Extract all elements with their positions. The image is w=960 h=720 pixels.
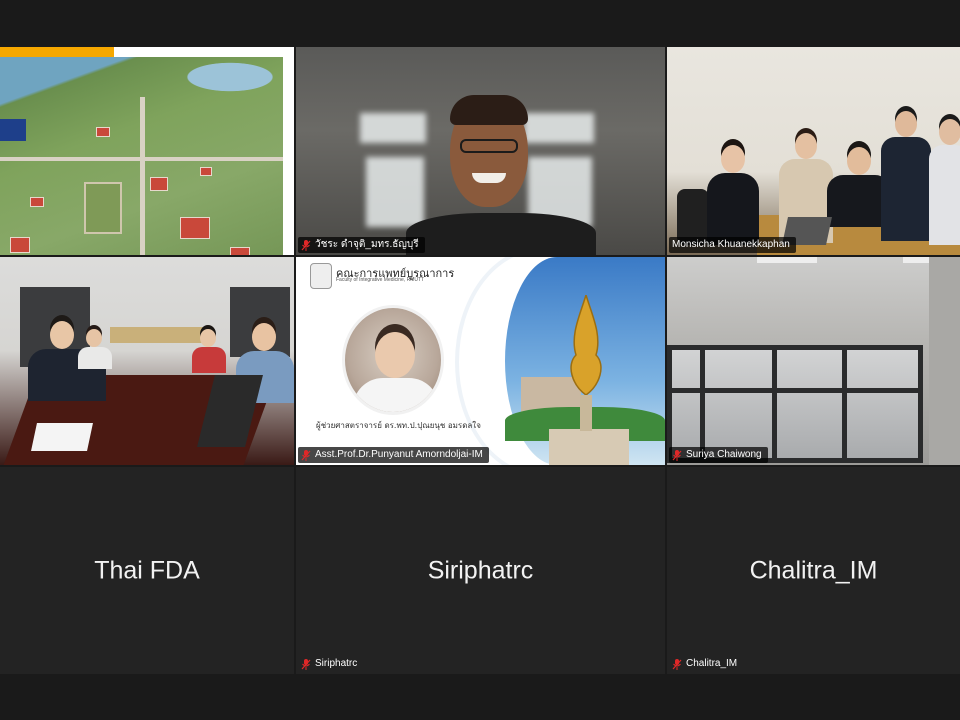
poster-subtitle: Faculty of Integrative Medicine, RMUTT [336,277,425,283]
participant-name-tag: Monsicha Khuanekkaphan [669,237,796,253]
poster-caption: ผู้ช่วยศาสตราจารย์ ดร.พท.ป.ปุณยนุช อมรดล… [316,421,481,430]
video-tile-p4[interactable]: คณะการแพทย์บูรณาการ Faculty of Integrati… [296,257,665,465]
mic-off-icon [301,658,311,670]
slide-accent-bar [0,47,114,57]
meeting-person [76,329,116,369]
participant-name-tag: Suriya Chaiwong [669,447,768,463]
video-tile-p2[interactable]: Monsicha Khuanekkaphan [667,47,960,255]
golden-spire-icon [570,295,602,431]
participant-name-tag: วัชระ ดำจุติ_มทร.ธัญบุรี [298,237,425,253]
participant-display-name: Siriphatrc [427,556,534,584]
participant-name-tag: Asst.Prof.Dr.Punyanut Amorndoljai-IM [298,447,489,463]
bottom-bar [0,674,960,720]
mic-off-icon [672,449,682,461]
participant-face [450,95,528,207]
participant-name: Chalitra_IM [686,658,738,669]
video-tile-p3[interactable] [0,257,294,465]
participant-name: Monsicha Khuanekkaphan [672,239,790,250]
participant-name: Siriphatrc [315,658,358,669]
office-window [667,345,923,463]
wall-edge [929,257,960,465]
paper-document [31,423,93,451]
participant-display-name: Chalitra_IM [749,556,878,584]
participant-name: Suriya Chaiwong [686,449,762,460]
video-tile-p6[interactable]: Thai FDA [0,467,294,674]
video-tile-campus[interactable] [0,47,294,255]
video-tile-p8[interactable]: Chalitra_IM Chalitra_IM [667,467,960,674]
participant-body [406,213,596,255]
mic-off-icon [672,658,682,670]
group-person [929,119,960,249]
meeting-person [190,329,230,373]
group-person [881,111,931,241]
participant-name: วัชระ ดำจุติ_มทร.ธัญบุรี [315,239,419,250]
group-person [707,145,759,245]
faculty-logo [310,263,332,289]
participant-name-tag: Siriphatrc [298,656,363,672]
group-person [827,147,891,227]
campus-aerial-image [0,57,283,255]
doctor-portrait [342,305,444,415]
mic-off-icon [301,449,311,461]
participant-display-name: Thai FDA [94,556,200,584]
video-tile-p7[interactable]: Siriphatrc Siriphatrc [296,467,665,674]
video-tile-p5[interactable]: Suriya Chaiwong [667,257,960,465]
mic-off-icon [301,239,311,251]
video-tile-p1[interactable]: วัชระ ดำจุติ_มทร.ธัญบุรี [296,47,665,255]
slide-logo [0,119,26,141]
participant-name-tag: Chalitra_IM [669,656,743,672]
participant-name: Asst.Prof.Dr.Punyanut Amorndoljai-IM [315,449,483,460]
